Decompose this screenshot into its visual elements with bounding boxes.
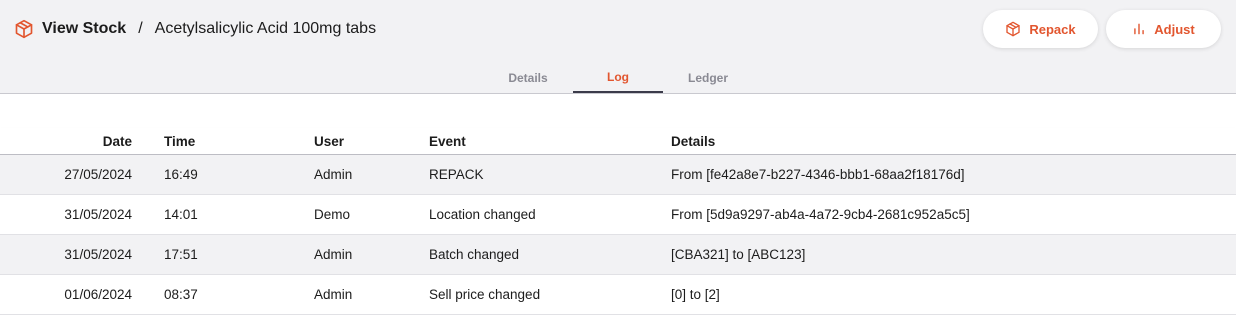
column-header-event[interactable]: Event	[429, 128, 466, 154]
breadcrumb: View Stock / Acetylsalicylic Acid 100mg …	[14, 18, 376, 40]
repack-button[interactable]: Repack	[983, 10, 1098, 48]
cell-date: 27/05/2024	[64, 167, 132, 182]
cell-time: 14:01	[164, 207, 198, 222]
table-row[interactable]: 27/05/2024 16:49 Admin REPACK From [fe42…	[0, 155, 1236, 195]
column-header-user[interactable]: User	[314, 128, 344, 154]
tab-details[interactable]: Details	[483, 62, 573, 93]
item-name: Acetylsalicylic Acid 100mg tabs	[154, 20, 377, 37]
tab-bar: Details Log Ledger	[0, 62, 1236, 94]
cell-event: REPACK	[429, 167, 484, 182]
breadcrumb-separator: /	[138, 20, 143, 37]
column-header-details[interactable]: Details	[671, 128, 715, 154]
log-table: Date Time User Event Details 27/05/2024 …	[0, 128, 1236, 315]
cell-time: 08:37	[164, 287, 198, 302]
cell-details: [CBA321] to [ABC123]	[671, 247, 806, 262]
page-header: View Stock / Acetylsalicylic Acid 100mg …	[0, 0, 1236, 94]
cell-event: Batch changed	[429, 247, 520, 262]
cell-details: From [5d9a9297-ab4a-4a72-9cb4-2681c952a5…	[671, 207, 970, 222]
table-row[interactable]: 31/05/2024 17:51 Admin Batch changed [CB…	[0, 235, 1236, 275]
cell-user: Admin	[314, 247, 353, 262]
cell-user: Admin	[314, 287, 353, 302]
cell-user: Demo	[314, 207, 351, 222]
adjust-button-label: Adjust	[1154, 21, 1195, 37]
cell-date: 01/06/2024	[64, 287, 132, 302]
tab-ledger[interactable]: Ledger	[663, 62, 753, 93]
tab-log[interactable]: Log	[573, 62, 663, 93]
cell-time: 16:49	[164, 167, 198, 182]
table-header: Date Time User Event Details	[0, 128, 1236, 155]
cell-date: 31/05/2024	[64, 247, 132, 262]
column-header-time[interactable]: Time	[164, 128, 195, 154]
bar-chart-icon	[1132, 22, 1146, 36]
page-title[interactable]: View Stock	[42, 20, 126, 38]
package-icon	[14, 19, 34, 39]
adjust-button[interactable]: Adjust	[1106, 10, 1221, 48]
cell-event: Sell price changed	[429, 287, 541, 302]
column-header-date[interactable]: Date	[0, 128, 132, 154]
cell-event: Location changed	[429, 207, 536, 222]
repack-button-label: Repack	[1029, 21, 1076, 37]
cell-user: Admin	[314, 167, 353, 182]
cell-details: From [fe42a8e7-b227-4346-bbb1-68aa2f1817…	[671, 167, 965, 182]
cell-details: [0] to [2]	[671, 287, 720, 302]
package-icon	[1005, 21, 1021, 37]
table-row[interactable]: 01/06/2024 08:37 Admin Sell price change…	[0, 275, 1236, 315]
cell-time: 17:51	[164, 247, 198, 262]
table-row[interactable]: 31/05/2024 14:01 Demo Location changed F…	[0, 195, 1236, 235]
cell-date: 31/05/2024	[64, 207, 132, 222]
